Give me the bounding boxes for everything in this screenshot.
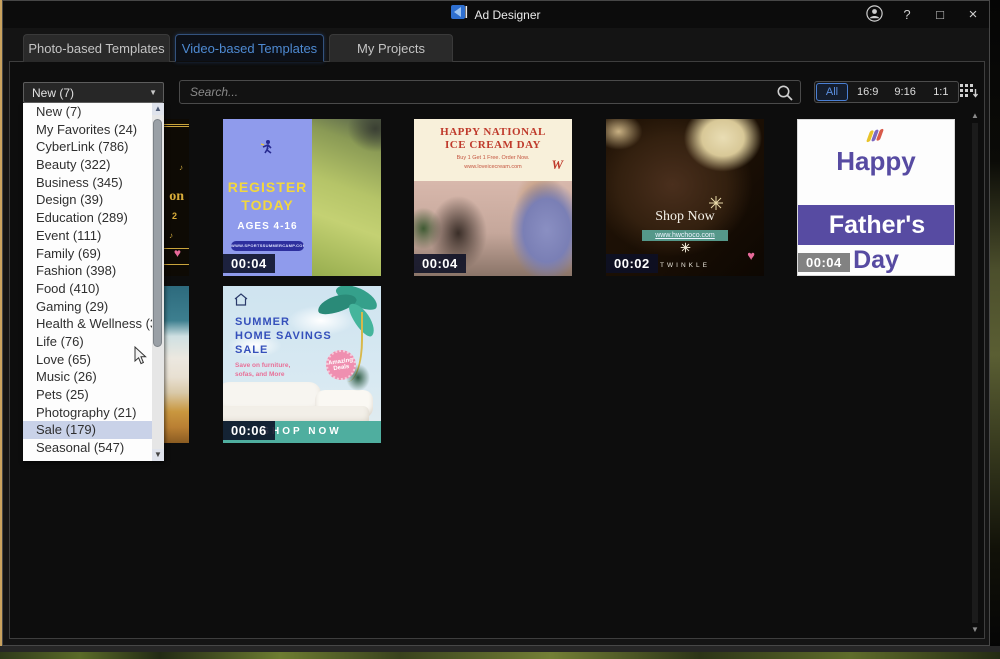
template-subtitle: AGES 4-16	[223, 221, 312, 232]
filter-9-16-button[interactable]: 9:16	[887, 83, 922, 101]
help-button[interactable]: ?	[899, 7, 915, 22]
template-title: Father's	[797, 211, 955, 240]
tab-photo-templates[interactable]: Photo-based Templates	[23, 34, 170, 62]
runner-icon	[259, 139, 275, 160]
category-item-fashion[interactable]: Fashion (398)	[23, 262, 164, 280]
twinkle-flower-icon	[680, 240, 691, 258]
close-button[interactable]: ×	[965, 6, 981, 23]
category-dropdown[interactable]: New (7) ▼	[23, 82, 164, 103]
category-item-favorites[interactable]: My Favorites (24)	[23, 121, 164, 139]
app-window: Ad Designer ? □ × Photo-based Templates …	[2, 0, 990, 646]
filter-all-button[interactable]: All	[816, 83, 848, 101]
purple-band: Father's	[797, 205, 955, 245]
search-icon[interactable]	[776, 84, 794, 107]
category-item-new[interactable]: New (7)	[23, 103, 164, 121]
category-item-health[interactable]: Health & Wellness (3…	[23, 315, 164, 333]
tab-bar: Photo-based Templates Video-based Templa…	[23, 34, 453, 62]
main-scroll-down-arrow[interactable]: ▼	[969, 625, 981, 634]
template-subtitle: Buy 1 Get 1 Free. Order Now.	[414, 155, 572, 161]
scrollbar-thumb[interactable]	[153, 119, 162, 347]
tab-video-templates[interactable]: Video-based Templates	[175, 34, 324, 62]
category-item-cyberlink[interactable]: CyberLink (786)	[23, 138, 164, 156]
template-summer-sale[interactable]: SUMMER HOME SAVINGS SALE Save on furnitu…	[223, 286, 381, 443]
favorite-heart-icon[interactable]: ♥	[174, 246, 181, 260]
template-title: SALE	[235, 344, 268, 356]
category-item-event[interactable]: Event (111)	[23, 227, 164, 245]
template-ice-cream[interactable]: HAPPY NATIONAL ICE CREAM DAY Buy 1 Get 1…	[414, 119, 572, 276]
category-item-education[interactable]: Education (289)	[23, 209, 164, 227]
template-text-fragment: 2	[172, 211, 177, 221]
template-sports-camp[interactable]: REGISTER TODAY AGES 4-16 WWW.SPORTSSUMME…	[223, 119, 381, 276]
template-title: SUMMER	[235, 316, 290, 328]
template-url: www.loveicecream.com	[414, 164, 572, 170]
scroll-up-arrow[interactable]: ▲	[152, 103, 164, 115]
duration-badge: 00:06	[223, 421, 275, 440]
duration-badge: 00:04	[414, 254, 466, 273]
chevron-down-icon: ▼	[149, 88, 163, 97]
favorite-heart-icon[interactable]: ♥	[747, 248, 755, 263]
app-title: Ad Designer	[474, 8, 540, 22]
brand-logo: W	[551, 157, 563, 173]
maximize-button[interactable]: □	[932, 7, 948, 22]
category-item-design[interactable]: Design (39)	[23, 191, 164, 209]
template-subtitle: Save on furniture,	[235, 362, 290, 369]
duration-badge: 00:04	[223, 254, 275, 273]
template-title: REGISTER	[223, 179, 312, 195]
template-url-pill: WWW.SPORTSSUMMERCAMP.COM	[231, 241, 304, 251]
template-text-fragment: on	[169, 189, 184, 205]
template-title: Happy	[798, 146, 954, 177]
music-note-icon: ♪	[169, 231, 173, 240]
category-item-pets[interactable]: Pets (25)	[23, 386, 164, 404]
search-box	[179, 80, 801, 104]
mouse-cursor	[134, 346, 148, 371]
music-note-icon: ♪	[179, 163, 183, 172]
pencils-logo-icon	[867, 129, 882, 142]
template-title: TODAY	[223, 197, 312, 213]
user-account-icon[interactable]	[866, 5, 882, 25]
category-item-gaming[interactable]: Gaming (29)	[23, 298, 164, 316]
template-cta: Shop Now	[606, 209, 764, 225]
category-item-family[interactable]: Family (69)	[23, 245, 164, 263]
template-chocolate[interactable]: Shop Now www.hwchoco.com TWINKLE ♥ 00:02	[606, 119, 764, 276]
aspect-ratio-filter-group: All 16:9 9:16 1:1	[814, 81, 959, 103]
titlebar[interactable]: Ad Designer ? □ ×	[3, 1, 989, 28]
desktop-edge-bottom	[0, 652, 1000, 659]
scroll-down-arrow[interactable]: ▼	[152, 449, 164, 461]
tab-my-projects[interactable]: My Projects	[329, 34, 453, 62]
category-scrollbar[interactable]: ▲ ▼	[152, 103, 164, 461]
template-title: HAPPY NATIONAL	[414, 126, 572, 138]
filter-1-1-button[interactable]: 1:1	[925, 83, 957, 101]
template-subtitle: sofas, and More	[235, 371, 284, 378]
screen: Ad Designer ? □ × Photo-based Templates …	[0, 0, 1000, 659]
display-order-icon[interactable]	[959, 83, 979, 106]
category-item-seasonal[interactable]: Seasonal (547)	[23, 439, 164, 457]
category-item-food[interactable]: Food (410)	[23, 280, 164, 298]
desktop-edge-right	[990, 0, 1000, 646]
filter-16-9-button[interactable]: 16:9	[850, 83, 885, 101]
cyberlink-logo-icon	[451, 5, 468, 24]
search-input[interactable]	[180, 81, 800, 103]
category-dropdown-value: New (7)	[24, 86, 149, 100]
template-title: HOME SAVINGS	[235, 330, 332, 342]
main-scroll-up-arrow[interactable]: ▲	[969, 111, 981, 120]
main-scrollbar[interactable]	[972, 123, 978, 623]
template-fathers-day[interactable]: Happy Father's Day 00:04	[797, 119, 955, 276]
category-item-sale[interactable]: Sale (179)	[23, 421, 164, 439]
template-title: ICE CREAM DAY	[414, 139, 572, 151]
category-item-business[interactable]: Business (345)	[23, 174, 164, 192]
duration-badge: 00:04	[798, 253, 850, 272]
category-item-photography[interactable]: Photography (21)	[23, 404, 164, 422]
house-icon	[233, 293, 249, 311]
duration-badge: 00:02	[606, 254, 658, 273]
category-item-beauty[interactable]: Beauty (322)	[23, 156, 164, 174]
grass-video-frame	[312, 119, 381, 276]
category-list: New (7) My Favorites (24) CyberLink (786…	[23, 103, 164, 461]
